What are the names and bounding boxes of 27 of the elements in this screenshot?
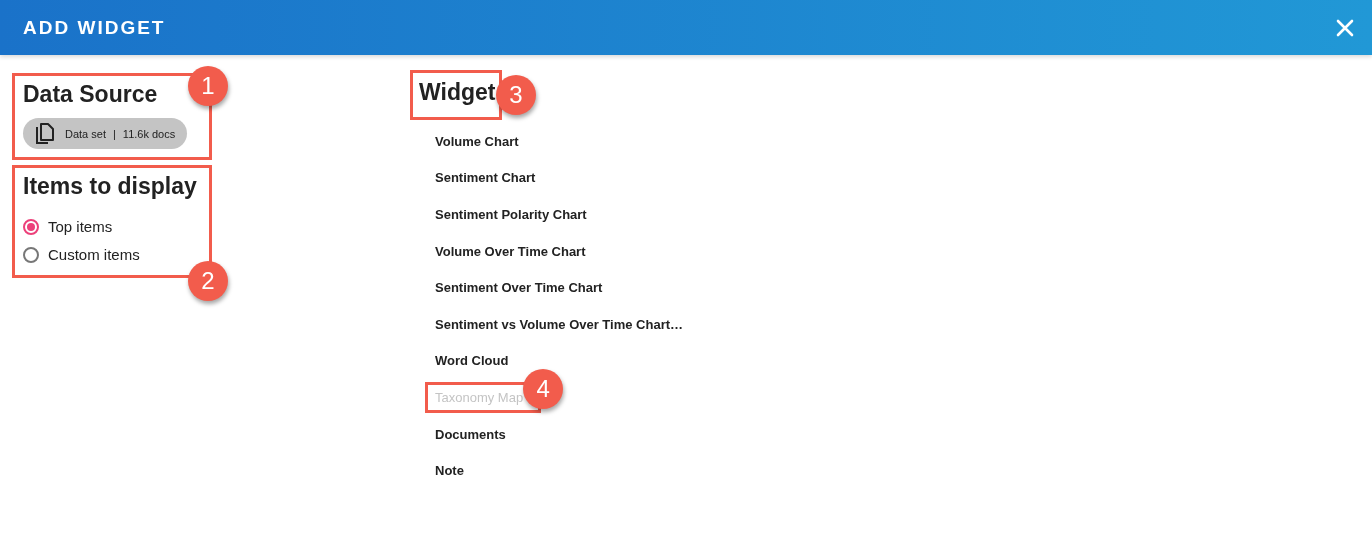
chip-count: 11.6k docs bbox=[122, 127, 176, 140]
section-heading: Items to display bbox=[23, 173, 198, 200]
close-icon bbox=[1336, 18, 1354, 37]
callout-badge: 2 bbox=[188, 261, 228, 301]
chip-label: Data set bbox=[65, 127, 106, 140]
widget-option[interactable]: Note bbox=[435, 463, 464, 479]
radio-button[interactable] bbox=[23, 218, 39, 235]
callout-badge: 3 bbox=[496, 75, 536, 115]
widget-option[interactable]: Documents bbox=[435, 426, 506, 442]
widget-option[interactable]: Sentiment Chart bbox=[435, 170, 536, 186]
callout-badge: 1 bbox=[188, 66, 228, 106]
callout-badge: 4 bbox=[523, 368, 564, 409]
data-source-chip[interactable]: Data set | 11.6k docs bbox=[23, 118, 188, 149]
widget-option[interactable]: Word Cloud bbox=[435, 353, 509, 369]
widget-option[interactable]: Sentiment Over Time Chart bbox=[435, 280, 603, 296]
widget-option[interactable]: Sentiment Polarity Chart bbox=[435, 207, 587, 222]
radio-option[interactable]: Custom items bbox=[23, 246, 201, 263]
radio-button[interactable] bbox=[23, 246, 39, 263]
section-heading: Data Source bbox=[23, 81, 159, 108]
widget-option[interactable]: Sentiment vs Volume Over Time Chart… bbox=[435, 316, 684, 332]
chip-separator: | bbox=[112, 127, 116, 140]
dialog-title: ADD WIDGET bbox=[23, 16, 166, 39]
copy-icon bbox=[35, 122, 55, 145]
radio-option[interactable]: Top items bbox=[23, 218, 201, 235]
widget-option[interactable]: Volume Chart bbox=[435, 133, 519, 149]
section-heading: Widget bbox=[419, 79, 497, 106]
widget-option[interactable]: Volume Over Time Chart bbox=[435, 243, 586, 259]
